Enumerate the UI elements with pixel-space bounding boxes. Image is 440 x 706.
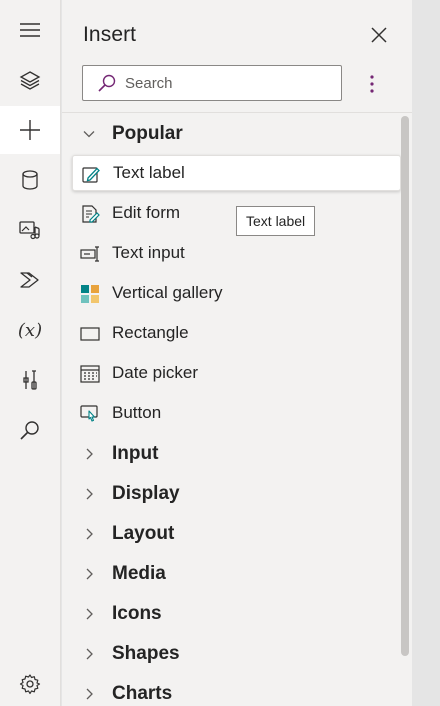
- category-media[interactable]: Media: [72, 556, 401, 592]
- category-label: Popular: [112, 123, 183, 144]
- chevron-right-icon: [86, 648, 93, 660]
- search-nav-button[interactable]: [0, 406, 60, 454]
- item-label: Button: [112, 403, 162, 422]
- tools-icon: [23, 370, 37, 390]
- chevron-right-icon: [86, 608, 93, 620]
- close-icon: [371, 27, 387, 43]
- category-label: Shapes: [112, 643, 180, 664]
- category-display[interactable]: Display: [72, 476, 401, 512]
- canvas-edge: [412, 0, 440, 706]
- plus-icon: [20, 120, 40, 140]
- chevron-right-icon: [86, 568, 93, 580]
- calendar-icon: [80, 365, 100, 383]
- more-options-button[interactable]: [362, 72, 382, 98]
- item-label: Text label: [113, 163, 185, 182]
- power-automate-icon: [20, 272, 39, 288]
- left-nav-rail: (x): [0, 0, 61, 706]
- item-label: Text input: [112, 243, 185, 262]
- tree-view-button[interactable]: [0, 56, 60, 104]
- category-label: Icons: [112, 603, 162, 624]
- category-charts[interactable]: Charts: [72, 676, 401, 706]
- item-button[interactable]: Button: [72, 395, 401, 431]
- category-label: Media: [112, 563, 166, 584]
- gallery-icon: [81, 285, 99, 303]
- hamburger-button[interactable]: [0, 6, 60, 54]
- chevron-right-icon: [86, 488, 93, 500]
- item-vertical-gallery[interactable]: Vertical gallery: [72, 275, 401, 311]
- category-popular[interactable]: Popular: [72, 116, 401, 152]
- tooltip: Text label: [236, 206, 316, 236]
- category-shapes[interactable]: Shapes: [72, 636, 401, 672]
- text-label-icon: [82, 167, 100, 183]
- variables-button[interactable]: (x): [0, 306, 60, 354]
- item-text-label[interactable]: Text label: [72, 155, 401, 191]
- close-button[interactable]: [368, 24, 390, 46]
- chevron-down-icon: [83, 131, 95, 138]
- database-icon: [22, 170, 38, 190]
- data-button[interactable]: [0, 156, 60, 204]
- category-input[interactable]: Input: [72, 436, 401, 472]
- edit-form-icon: [82, 205, 100, 223]
- button-icon: [80, 405, 98, 422]
- item-label: Vertical gallery: [112, 283, 223, 302]
- media-button[interactable]: [0, 206, 60, 254]
- item-text-input[interactable]: Text input: [72, 235, 401, 271]
- search-icon: [20, 421, 39, 440]
- category-label: Layout: [112, 523, 175, 544]
- chevron-right-icon: [86, 688, 93, 700]
- search-input[interactable]: [125, 74, 325, 92]
- rectangle-icon: [80, 327, 100, 341]
- settings-button[interactable]: [0, 660, 60, 706]
- media-icon: [19, 221, 40, 240]
- chevron-right-icon: [86, 528, 93, 540]
- insert-panel: Insert Popular Text label: [62, 0, 412, 706]
- power-automate-button[interactable]: [0, 256, 60, 304]
- advanced-tools-button[interactable]: [0, 356, 60, 404]
- category-icons[interactable]: Icons: [72, 596, 401, 632]
- insert-button[interactable]: [0, 106, 60, 154]
- header-divider: [62, 112, 412, 113]
- category-label: Input: [112, 443, 159, 464]
- layers-icon: [19, 71, 41, 90]
- item-label: Date picker: [112, 363, 198, 382]
- more-vertical-icon: [370, 75, 374, 93]
- item-date-picker[interactable]: Date picker: [72, 355, 401, 391]
- search-icon: [98, 74, 116, 92]
- item-rectangle[interactable]: Rectangle: [72, 315, 401, 351]
- scrollbar-thumb[interactable]: [401, 116, 409, 656]
- search-box[interactable]: [82, 65, 342, 101]
- category-layout[interactable]: Layout: [72, 516, 401, 552]
- category-label: Display: [112, 483, 180, 504]
- hamburger-icon: [20, 23, 40, 37]
- category-label: Charts: [112, 683, 173, 704]
- panel-title: Insert: [83, 23, 137, 46]
- text-input-icon: [80, 246, 99, 262]
- item-label: Edit form: [112, 203, 181, 222]
- chevron-right-icon: [86, 448, 93, 460]
- item-label: Rectangle: [112, 323, 189, 342]
- variables-icon: (x): [17, 319, 43, 341]
- settings-icon: [19, 674, 41, 695]
